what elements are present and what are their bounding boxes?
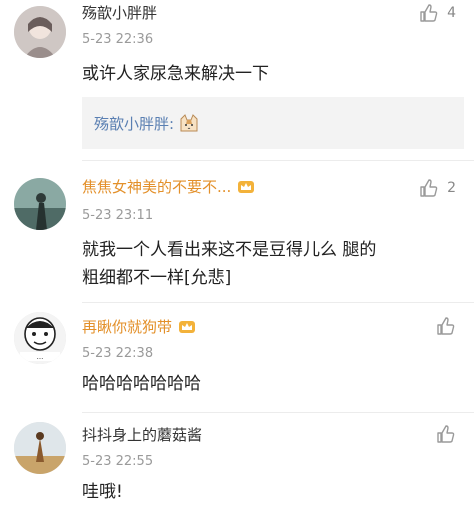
avatar[interactable]: ... bbox=[14, 312, 66, 364]
avatar[interactable] bbox=[14, 6, 66, 58]
like-button[interactable] bbox=[436, 316, 456, 336]
comment-text: 哇哦! bbox=[82, 482, 123, 502]
comment-text-line: 粗细都不一样[允悲] bbox=[82, 268, 232, 288]
username[interactable]: 殇歆小胖胖 bbox=[82, 2, 157, 23]
thumbs-up-icon bbox=[437, 425, 455, 443]
username-text[interactable]: 殇歆小胖胖 bbox=[82, 2, 157, 23]
comment-time: 5-23 23:11 bbox=[82, 208, 154, 223]
crown-icon bbox=[179, 320, 196, 333]
username-text[interactable]: 抖抖身上的蘑菇酱 bbox=[82, 424, 202, 445]
username[interactable]: 抖抖身上的蘑菇酱 bbox=[82, 424, 202, 445]
avatar[interactable] bbox=[14, 422, 66, 474]
like-button[interactable]: 2 bbox=[419, 178, 456, 198]
comment-list: 殇歆小胖胖 5-23 22:36 4 或许人家尿急来解决一下 殇歆小胖胖: 焦焦… bbox=[0, 0, 474, 506]
thumbs-up-icon bbox=[420, 4, 438, 22]
username[interactable]: 焦焦女神美的不要不... bbox=[82, 176, 255, 197]
divider bbox=[82, 160, 474, 161]
username-text[interactable]: 焦焦女神美的不要不... bbox=[82, 176, 231, 197]
like-button[interactable]: 4 bbox=[419, 3, 456, 23]
avatar-image bbox=[14, 422, 66, 474]
thumbs-up-icon bbox=[420, 179, 438, 197]
comment-time: 5-23 22:55 bbox=[82, 454, 154, 469]
avatar-image bbox=[14, 178, 66, 230]
comment-text: 就我一个人看出来这不是豆得儿么 腿的 粗细都不一样[允悲] bbox=[82, 236, 458, 292]
crown-icon bbox=[238, 180, 255, 193]
cat-emoji-icon bbox=[180, 114, 198, 132]
reply-username[interactable]: 殇歆小胖胖: bbox=[94, 113, 174, 134]
like-count: 4 bbox=[447, 5, 456, 21]
thumbs-up-icon bbox=[437, 317, 455, 335]
username[interactable]: 再瞅你就狗带 bbox=[82, 316, 196, 337]
avatar-image bbox=[14, 6, 66, 58]
comment-time: 5-23 22:36 bbox=[82, 32, 154, 47]
avatar-image: ... bbox=[14, 312, 66, 364]
like-count: 2 bbox=[447, 180, 456, 196]
comment-text: 哈哈哈哈哈哈哈 bbox=[82, 374, 201, 394]
comment-text: 或许人家尿急来解决一下 bbox=[82, 64, 269, 84]
svg-text:...: ... bbox=[37, 353, 44, 361]
comment-text-line: 就我一个人看出来这不是豆得儿么 腿的 bbox=[82, 240, 377, 260]
divider bbox=[82, 412, 474, 413]
divider bbox=[82, 302, 474, 303]
reply-preview[interactable]: 殇歆小胖胖: bbox=[82, 97, 464, 149]
comment-time: 5-23 22:38 bbox=[82, 346, 154, 361]
username-text[interactable]: 再瞅你就狗带 bbox=[82, 316, 172, 337]
like-button[interactable] bbox=[436, 424, 456, 444]
avatar[interactable] bbox=[14, 178, 66, 230]
